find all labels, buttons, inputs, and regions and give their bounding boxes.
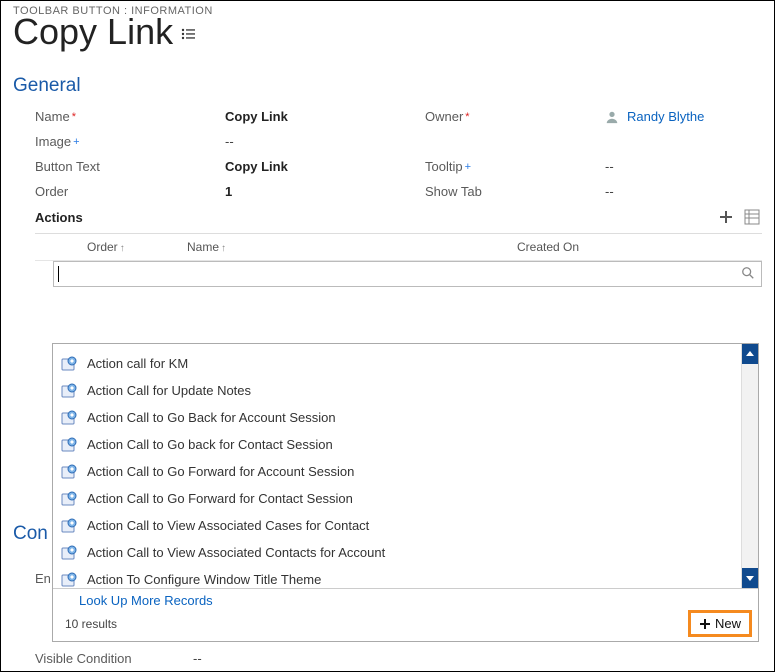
showtab-value[interactable]: -- [605,184,775,199]
owner-label: Owner* [425,109,605,124]
showtab-label: Show Tab [425,184,605,199]
lookup-result-item[interactable]: Action Call to Go Forward for Contact Se… [53,485,741,512]
visible-condition-value[interactable]: -- [193,651,202,666]
section-partial-heading: Con [13,523,48,545]
field-partial-label: En [35,571,51,586]
action-call-icon [61,410,77,426]
button-text-value[interactable]: Copy Link [225,159,425,174]
lookup-result-item[interactable]: Action Call to View Associated Cases for… [53,512,741,539]
lookup-result-item[interactable]: Action Call to Go Forward for Account Se… [53,458,741,485]
lookup-result-label: Action Call for Update Notes [87,379,251,402]
action-call-icon [61,437,77,453]
sort-asc-icon: ↑ [221,243,226,254]
lookup-result-item[interactable]: Action To Configure Window Title Theme [53,566,741,588]
record-menu-icon[interactable] [181,27,199,46]
action-call-icon [61,383,77,399]
lookup-search-input[interactable] [59,262,735,286]
results-count: 10 results [65,617,117,631]
owner-link[interactable]: Randy Blythe [627,109,704,124]
lookup-result-item[interactable]: Action Call to Go Back for Account Sessi… [53,404,741,431]
lookup-result-label: Action Call to Go Back for Account Sessi… [87,406,336,429]
lookup-dropdown: Action call for KM Action Call for Update… [52,343,759,642]
col-created-on[interactable]: Created On [517,240,667,254]
tooltip-value[interactable]: -- [605,159,775,174]
new-record-button[interactable]: New [688,610,752,637]
add-record-icon[interactable] [716,207,736,227]
scrollbar[interactable] [741,344,758,588]
action-call-icon [61,518,77,534]
required-icon: * [72,111,76,123]
lookup-result-label: Action Call to View Associated Cases for… [87,514,369,537]
recommended-icon: + [73,136,79,148]
image-label: Image+ [35,134,225,149]
visible-condition-label: Visible Condition [35,651,193,666]
name-value[interactable]: Copy Link [225,109,425,124]
sort-asc-icon: ↑ [120,243,125,254]
grid-view-icon[interactable] [742,207,762,227]
lookup-result-item[interactable]: Action Call to Go back for Contact Sessi… [53,431,741,458]
action-call-icon [61,572,77,588]
lookup-result-label: Action Call to View Associated Contacts … [87,541,385,564]
action-call-icon [61,464,77,480]
lookup-result-item[interactable]: Action call for KM [53,350,741,377]
lookup-result-item[interactable]: Action Call for Update Notes [53,377,741,404]
actions-subgrid-label: Actions [35,210,710,225]
lookup-result-label: Action Call to Go Forward for Account Se… [87,460,354,483]
subgrid-header: Order↑ Name↑ Created On [35,233,762,261]
search-icon[interactable] [735,266,761,283]
image-value[interactable]: -- [225,134,425,149]
lookup-result-label: Action call for KM [87,352,188,375]
tooltip-label: Tooltip+ [425,159,605,174]
name-label: Name* [35,109,225,124]
scroll-down-icon[interactable] [742,568,758,588]
order-label: Order [35,184,225,199]
section-general-heading: General [1,53,774,105]
lookup-result-item[interactable]: Action Call to View Associated Contacts … [53,539,741,566]
col-name[interactable]: Name↑ [187,240,517,254]
page-title: Copy Link [13,11,173,53]
person-icon [605,110,619,124]
lookup-result-label: Action Call to Go back for Contact Sessi… [87,433,333,456]
order-value[interactable]: 1 [225,184,425,199]
action-call-icon [61,356,77,372]
col-order[interactable]: Order↑ [87,240,187,254]
action-call-icon [61,491,77,507]
plus-icon [699,618,711,630]
scroll-up-icon[interactable] [742,344,758,364]
lookup-result-label: Action Call to Go Forward for Contact Se… [87,487,353,510]
lookup-more-records-link[interactable]: Look Up More Records [65,593,752,608]
required-icon: * [465,111,469,123]
lookup-search-row[interactable] [53,261,762,287]
recommended-icon: + [465,161,471,173]
action-call-icon [61,545,77,561]
lookup-result-label: Action To Configure Window Title Theme [87,568,321,588]
button-text-label: Button Text [35,159,225,174]
